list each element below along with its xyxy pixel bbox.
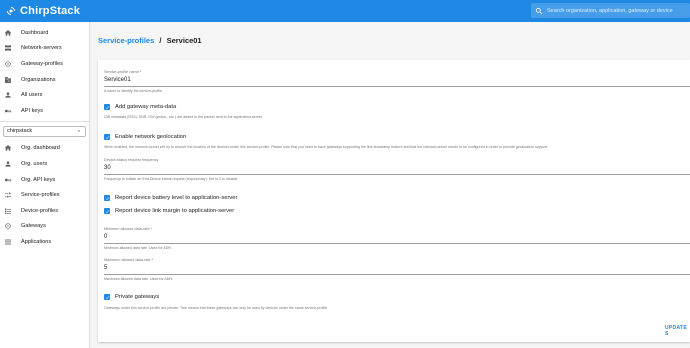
sidebar-item-label: Gateway-profiles — [21, 60, 63, 67]
chevron-down-icon — [77, 130, 81, 132]
sidebar-item-gateways[interactable]: Gateways — [0, 219, 89, 235]
sidebar-item-network-servers[interactable]: Network-servers — [0, 41, 89, 57]
field-label: Minimum allowed data-rate * — [104, 227, 153, 231]
sidebar-item-label: Dashboard — [21, 29, 49, 36]
sidebar-item-label: Org. API keys — [21, 176, 56, 183]
home-icon — [4, 29, 12, 36]
add-gateway-metadata-help: GW metadata (RSSI, SNR, GW geoloc., etc.… — [104, 115, 263, 119]
field-label: Maximum allowed data-rate * — [104, 258, 154, 262]
check-icon — [105, 209, 109, 213]
network-geolocation-checkbox[interactable] — [104, 134, 110, 140]
sidebar-item-api-keys[interactable]: API keys — [0, 103, 89, 119]
brand-name: ChirpStack — [20, 5, 81, 17]
sidebar: Dashboard Network-servers Gateway-profil… — [0, 22, 90, 348]
chirpstack-logo-icon — [7, 7, 15, 15]
wifi-icon — [5, 223, 11, 229]
device-status-frequency-field: Device-status request frequency 30 Frequ… — [104, 158, 690, 181]
service-profile-name-field: Service-profile name * Service01 A name … — [104, 70, 690, 93]
min-data-rate-field: Minimum allowed data-rate * 0 Minimum al… — [104, 227, 690, 250]
sidebar-item-applications[interactable]: Applications — [0, 234, 89, 250]
wifi-icon — [5, 61, 11, 67]
sidebar-item-label: Org. users — [21, 160, 48, 167]
sidebar-item-dashboard[interactable]: Dashboard — [0, 25, 89, 41]
breadcrumb-separator: / — [159, 36, 162, 45]
report-link-margin-checkbox-row[interactable]: Report device link margin to application… — [104, 208, 234, 214]
update-service-profile-button[interactable]: UPDATE S — [665, 325, 690, 337]
account-icon — [5, 161, 11, 167]
report-battery-checkbox-row[interactable]: Report device battery level to applicati… — [104, 195, 237, 201]
brand-logo[interactable]: ChirpStack — [5, 5, 80, 17]
field-help: Frequency to initiate an End-Device stat… — [104, 177, 239, 181]
breadcrumb: Service-profiles / Service01 — [98, 36, 202, 45]
sidebar-divider — [0, 120, 89, 122]
report-link-margin-checkbox[interactable] — [104, 208, 110, 214]
private-gateways-checkbox-row[interactable]: Private gateways — [104, 294, 159, 300]
add-gateway-metadata-checkbox[interactable] — [104, 104, 110, 110]
sidebar-item-service-profiles[interactable]: Service-profiles — [0, 187, 89, 203]
home-icon — [4, 145, 12, 152]
check-icon — [105, 135, 109, 139]
sidebar-item-org-api-keys[interactable]: Org. API keys — [0, 172, 89, 188]
sidebar-item-org-dashboard[interactable]: Org. dashboard — [0, 141, 89, 157]
server-icon — [5, 45, 11, 52]
min-data-rate-input[interactable]: 0 — [104, 234, 690, 244]
check-icon — [105, 295, 109, 299]
field-label: Service-profile name * — [104, 70, 142, 74]
breadcrumb-current: Service01 — [166, 36, 202, 45]
field-label: Device-status request frequency — [104, 158, 159, 162]
checkbox-label: Report device battery level to applicati… — [115, 195, 238, 201]
sidebar-item-label: Network-servers — [21, 45, 62, 52]
search-bar[interactable] — [531, 3, 690, 18]
checkbox-label: Enable network geolocation — [115, 134, 187, 140]
organization-select[interactable]: chirpstack — [3, 125, 86, 137]
sidebar-item-label: Org. dashboard — [21, 145, 60, 152]
service-profile-name-input[interactable]: Service01 — [104, 77, 690, 87]
sidebar-item-label: Device-profiles — [21, 207, 58, 214]
domain-icon — [5, 76, 11, 83]
check-icon — [105, 196, 109, 200]
network-geolocation-help: When enabled, the network-server will tr… — [104, 145, 549, 149]
sidebar-item-label: All users — [21, 92, 43, 99]
key-icon — [5, 109, 12, 113]
sidebar-item-gateway-profiles[interactable]: Gateway-profiles — [0, 56, 89, 72]
checkbox-label: Private gateways — [115, 294, 160, 300]
field-help: Maximum allowed data rate. Used for ADR. — [104, 277, 173, 281]
key-icon — [5, 178, 12, 181]
max-data-rate-input[interactable]: 5 — [104, 265, 690, 275]
organization-select-value: chirpstack — [7, 128, 33, 135]
field-help: Minimum allowed data rate. Used for ADR. — [104, 246, 172, 250]
network-geolocation-checkbox-row[interactable]: Enable network geolocation — [104, 134, 186, 140]
breadcrumb-service-profiles-link[interactable]: Service-profiles — [98, 36, 154, 45]
checkbox-label: Add gateway meta-data — [115, 104, 177, 110]
field-help: A name to identify the service-profile. — [104, 89, 163, 93]
sidebar-item-all-users[interactable]: All users — [0, 87, 89, 103]
sidebar-item-label: Service-profiles — [21, 192, 60, 199]
sidebar-item-organizations[interactable]: Organizations — [0, 72, 89, 88]
apps-icon — [5, 239, 11, 245]
service-profile-form: Service-profile name * Service01 A name … — [98, 60, 690, 342]
add-gateway-metadata-checkbox-row[interactable]: Add gateway meta-data — [104, 104, 176, 110]
tune-icon — [5, 192, 11, 198]
sidebar-item-label: Applications — [21, 238, 52, 245]
private-gateways-checkbox[interactable] — [104, 294, 110, 300]
sidebar-item-device-profiles[interactable]: Device-profiles — [0, 203, 89, 219]
sidebar-item-label: API keys — [21, 107, 44, 114]
report-battery-checkbox[interactable] — [104, 195, 110, 201]
list-icon — [5, 208, 11, 214]
sidebar-item-label: Organizations — [21, 76, 56, 83]
top-app-bar: ChirpStack — [0, 0, 690, 22]
checkbox-label: Report device link margin to application… — [115, 208, 235, 214]
search-input[interactable] — [547, 7, 687, 14]
check-icon — [105, 105, 109, 109]
max-data-rate-field: Maximum allowed data-rate * 5 Maximum al… — [104, 258, 690, 281]
search-icon — [535, 7, 543, 14]
account-icon — [5, 92, 11, 98]
private-gateways-help: Gateways under this service-profile are … — [104, 306, 329, 310]
device-status-frequency-input[interactable]: 30 — [104, 165, 690, 175]
sidebar-item-org-users[interactable]: Org. users — [0, 156, 89, 172]
sidebar-item-label: Gateways — [21, 223, 46, 230]
